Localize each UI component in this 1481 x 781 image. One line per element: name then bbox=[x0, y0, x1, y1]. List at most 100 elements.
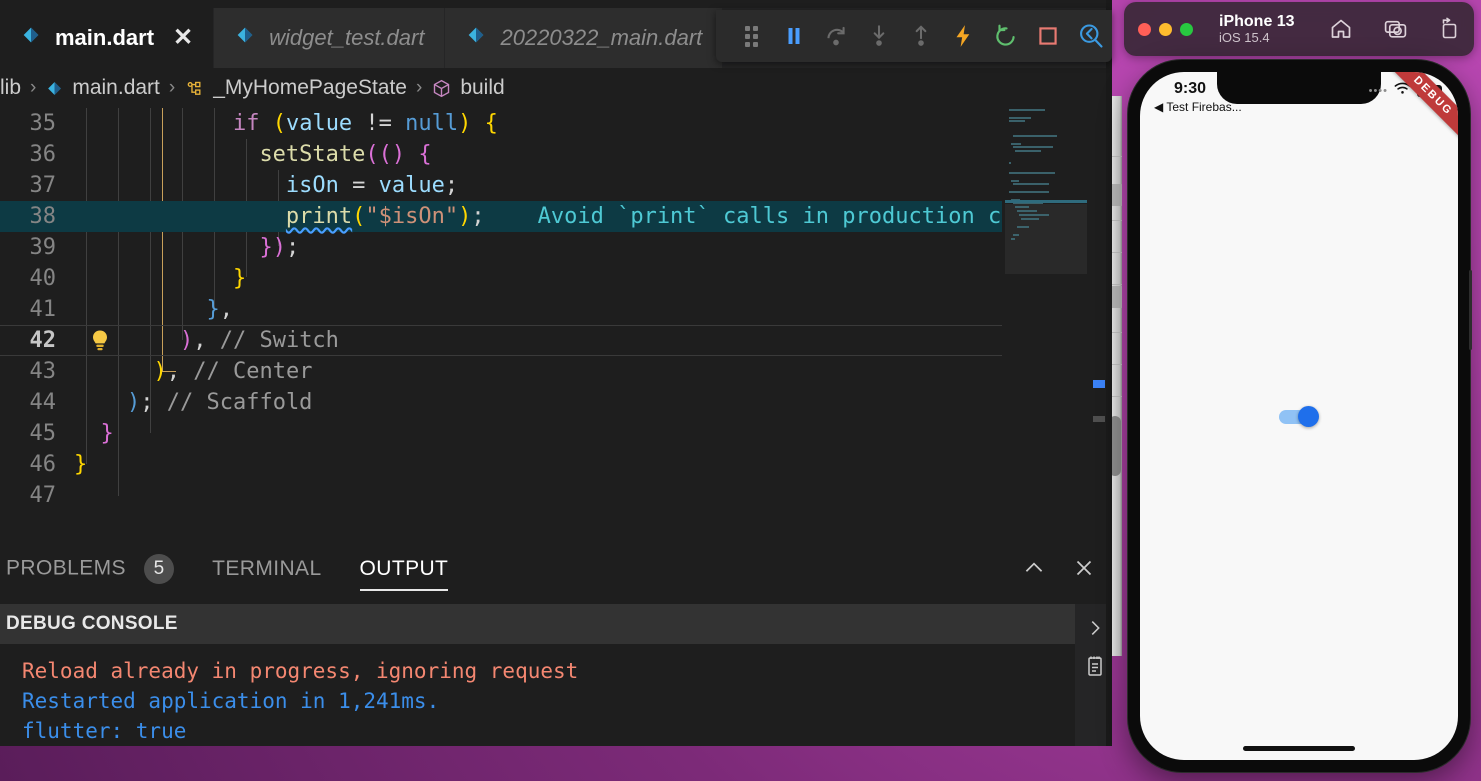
console-line: flutter: true bbox=[22, 719, 187, 743]
close-button[interactable] bbox=[1138, 22, 1151, 36]
editor-tab-widget-test-dart[interactable]: widget_test.dart bbox=[214, 8, 446, 68]
minimap-row bbox=[1015, 150, 1041, 152]
code-line[interactable]: 42 ), // Switch bbox=[0, 325, 1002, 356]
device-screen[interactable]: 9:30 ◀ Test Firebas... •••• DEBUG bbox=[1140, 72, 1458, 760]
panel-tab-label: TERMINAL bbox=[212, 557, 322, 580]
app-content bbox=[1140, 72, 1458, 760]
material-switch[interactable] bbox=[1279, 406, 1319, 427]
step-out-icon[interactable] bbox=[900, 14, 942, 58]
dart-icon bbox=[45, 79, 64, 98]
device-name: iPhone 13 bbox=[1219, 12, 1295, 30]
minimap-row bbox=[1017, 226, 1029, 228]
close-icon[interactable]: ✕ bbox=[173, 26, 193, 50]
ios-simulator: iPhone 13 iOS 15.4 9:30 ◀ Test Firebas..… bbox=[1124, 0, 1474, 781]
editor-minimap[interactable] bbox=[1005, 108, 1087, 540]
problems-badge: 5 bbox=[144, 554, 175, 584]
close-panel-icon[interactable] bbox=[1070, 554, 1098, 582]
stop-icon[interactable] bbox=[1027, 14, 1069, 58]
code-text: }, bbox=[206, 297, 233, 322]
code-line[interactable]: 44 ); // Scaffold bbox=[0, 387, 1002, 418]
minimap-row bbox=[1019, 214, 1049, 216]
pause-icon[interactable] bbox=[772, 14, 814, 58]
minimap-highlight bbox=[1005, 200, 1087, 203]
quick-fix-lightbulb-icon[interactable] bbox=[90, 329, 110, 353]
code-text: ), // Switch bbox=[179, 328, 339, 353]
simulator-title: iPhone 13 iOS 15.4 bbox=[1219, 12, 1295, 44]
code-line[interactable]: 35 if (value != null) { bbox=[0, 108, 1002, 139]
line-number: 41 bbox=[29, 297, 57, 322]
code-line[interactable]: 45 } bbox=[0, 418, 1002, 449]
hot-reload-icon[interactable] bbox=[942, 14, 984, 58]
tab-problems[interactable]: PROBLEMS 5 bbox=[6, 554, 175, 590]
code-lines-container[interactable]: 35 if (value != null) {36 setState(() {3… bbox=[0, 108, 1002, 540]
breadcrumb-label: _MyHomePageState bbox=[213, 76, 407, 99]
clear-console-icon[interactable] bbox=[1083, 654, 1107, 678]
class-icon bbox=[184, 79, 205, 98]
code-line[interactable]: 36 setState(() { bbox=[0, 139, 1002, 170]
debug-toolbar[interactable] bbox=[716, 10, 1112, 62]
code-line[interactable]: 47 bbox=[0, 480, 1002, 511]
code-text: }); bbox=[259, 235, 300, 260]
window-edge bbox=[1106, 0, 1112, 746]
tab-label: widget_test.dart bbox=[269, 25, 425, 50]
minimap-row bbox=[1009, 120, 1025, 122]
screenshot-icon[interactable] bbox=[1382, 16, 1408, 42]
expand-console-icon[interactable] bbox=[1083, 616, 1107, 640]
chevron-right-icon: › bbox=[168, 77, 176, 98]
breadcrumb-item-lib[interactable]: lib bbox=[0, 76, 21, 100]
home-icon[interactable] bbox=[1328, 16, 1354, 42]
maximize-button[interactable] bbox=[1180, 22, 1193, 36]
editor-scrollbar[interactable] bbox=[1092, 108, 1106, 540]
code-text: if (value != null) { bbox=[232, 111, 498, 136]
code-text: ); // Scaffold bbox=[126, 390, 313, 415]
code-editor[interactable]: 35 if (value != null) {36 setState(() {3… bbox=[0, 108, 1112, 540]
console-title: DEBUG CONSOLE bbox=[6, 613, 178, 634]
chevron-right-icon: › bbox=[416, 77, 423, 98]
minimap-row bbox=[1009, 109, 1045, 111]
line-number: 42 bbox=[29, 328, 57, 353]
editor-tab-20220322-main-dart[interactable]: 20220322_main.dart bbox=[445, 8, 724, 68]
home-indicator[interactable] bbox=[1243, 746, 1355, 751]
tab-output[interactable]: OUTPUT bbox=[359, 557, 449, 591]
editor-tab-main-dart[interactable]: main.dart ✕ bbox=[0, 8, 215, 68]
code-line[interactable]: 38 print("$isOn"); Avoid `print` calls i… bbox=[0, 201, 1002, 232]
line-number: 45 bbox=[29, 421, 57, 446]
breadcrumb-item-main-dart[interactable]: main.dart bbox=[45, 76, 160, 100]
step-over-icon[interactable] bbox=[815, 14, 857, 58]
panel-tab-label: PROBLEMS bbox=[6, 556, 126, 580]
minimize-button[interactable] bbox=[1159, 22, 1172, 36]
code-text: ), // Center bbox=[153, 359, 313, 384]
console-line: Reload already in progress, ignoring req… bbox=[22, 659, 579, 683]
flutter-inspector-icon[interactable] bbox=[1070, 14, 1112, 58]
breadcrumb-item-build[interactable]: build bbox=[431, 76, 505, 100]
panel-actions bbox=[1020, 554, 1098, 582]
line-number: 47 bbox=[29, 483, 57, 508]
minimap-row bbox=[1011, 238, 1015, 240]
rotate-icon[interactable] bbox=[1436, 16, 1462, 42]
hot-restart-icon[interactable] bbox=[985, 14, 1027, 58]
step-into-icon[interactable] bbox=[857, 14, 899, 58]
code-line[interactable]: 41 }, bbox=[0, 294, 1002, 325]
code-line[interactable]: 40 } bbox=[0, 263, 1002, 294]
scrollbar-thumb bbox=[1093, 416, 1105, 422]
line-number: 40 bbox=[29, 266, 57, 291]
debug-console-output[interactable]: Reload already in progress, ignoring req… bbox=[0, 644, 1075, 746]
power-button[interactable] bbox=[1469, 270, 1472, 350]
code-line[interactable]: 43 ), // Center bbox=[0, 356, 1002, 387]
tab-terminal[interactable]: TERMINAL bbox=[212, 557, 321, 587]
breadcrumb-label: main.dart bbox=[72, 76, 160, 99]
code-line[interactable]: 39 }); bbox=[0, 232, 1002, 263]
panel-tab-bar: PROBLEMS 5 TERMINAL OUTPUT bbox=[0, 540, 1112, 604]
minimap-row bbox=[1017, 210, 1037, 212]
minimap-row bbox=[1013, 146, 1053, 148]
tab-label: 20220322_main.dart bbox=[500, 25, 703, 50]
maximize-panel-icon[interactable] bbox=[1020, 554, 1048, 582]
breadcrumb-label: lib bbox=[0, 76, 22, 99]
switch-thumb bbox=[1298, 406, 1319, 427]
code-line[interactable]: 46} bbox=[0, 449, 1002, 480]
simulator-titlebar[interactable]: iPhone 13 iOS 15.4 bbox=[1124, 2, 1474, 56]
line-number: 37 bbox=[29, 173, 57, 198]
drag-handle-icon[interactable] bbox=[730, 14, 772, 58]
breadcrumb-item-class[interactable]: _MyHomePageState bbox=[184, 76, 407, 100]
code-line[interactable]: 37 isOn = value; bbox=[0, 170, 1002, 201]
